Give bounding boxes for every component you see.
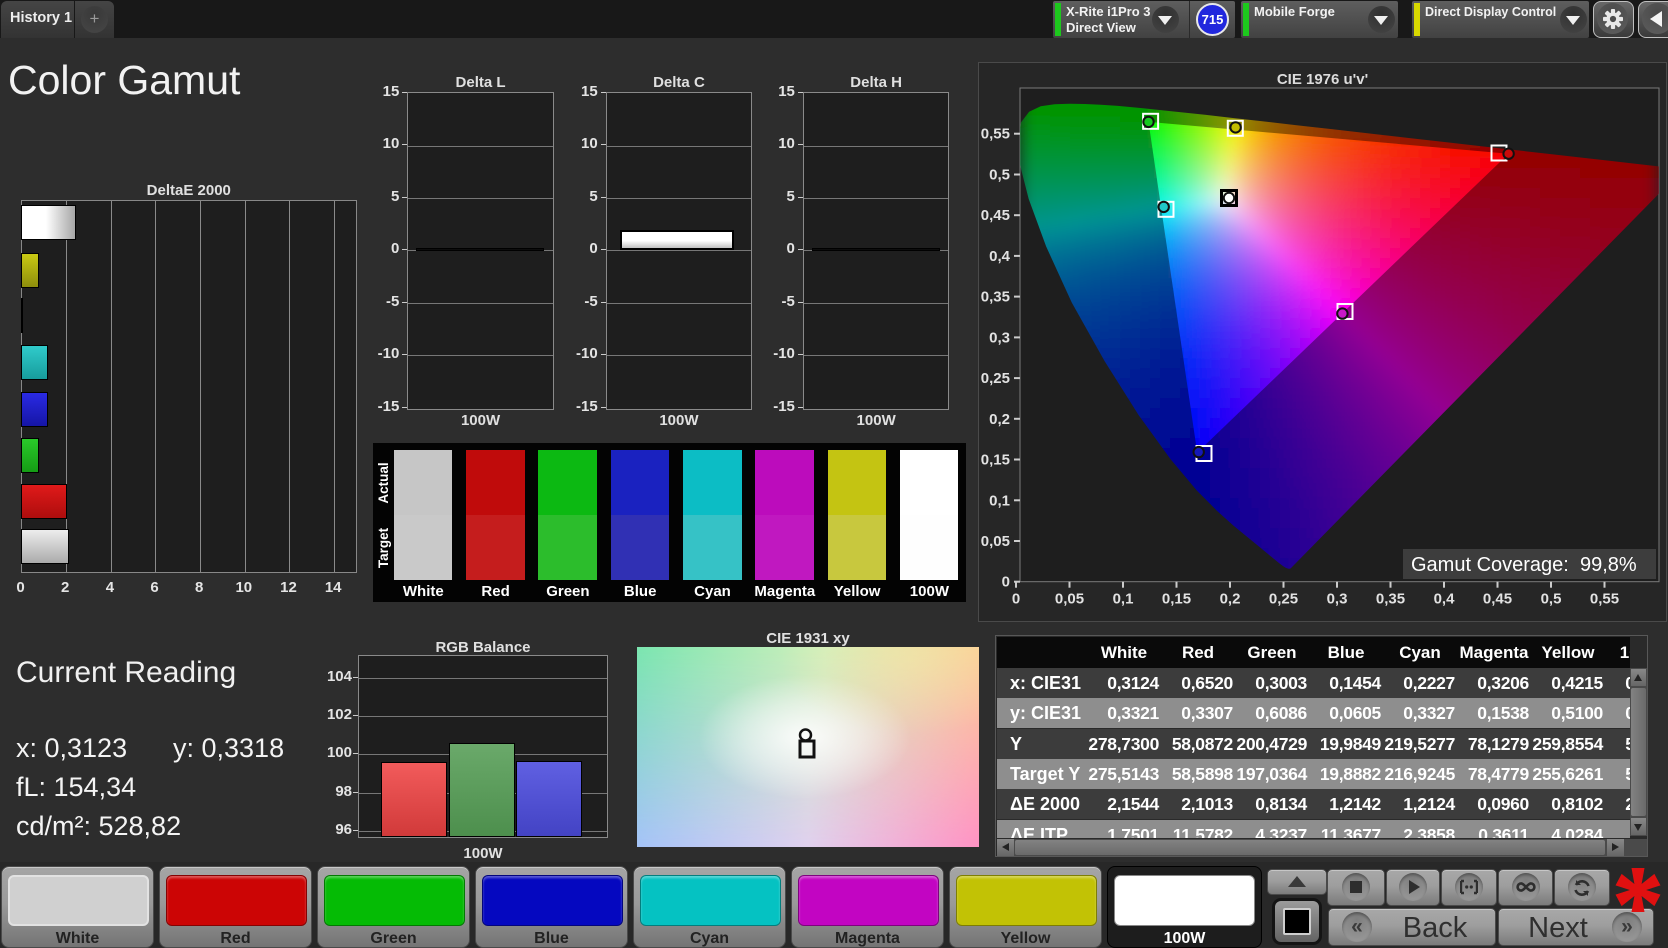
svg-text:0,2: 0,2: [1220, 591, 1241, 608]
svg-text:0,4: 0,4: [1434, 591, 1456, 608]
svg-text:0,35: 0,35: [981, 289, 1010, 306]
svg-text:0,45: 0,45: [981, 207, 1010, 224]
svg-text:0,4: 0,4: [989, 248, 1011, 265]
svg-text:0,55: 0,55: [981, 126, 1010, 143]
svg-text:0: 0: [1012, 591, 1020, 608]
svg-text:Gamut Coverage: 99,8%: Gamut Coverage: 99,8%: [1411, 554, 1637, 576]
svg-text:0: 0: [1002, 574, 1010, 591]
svg-text:0,2: 0,2: [989, 411, 1010, 428]
svg-text:0,5: 0,5: [1541, 591, 1562, 608]
svg-text:0,45: 0,45: [1483, 591, 1512, 608]
svg-text:0,55: 0,55: [1590, 591, 1619, 608]
svg-text:0,25: 0,25: [1269, 591, 1298, 608]
svg-text:0,3: 0,3: [1327, 591, 1348, 608]
svg-text:0,05: 0,05: [981, 533, 1010, 550]
svg-text:0,15: 0,15: [1162, 591, 1191, 608]
svg-text:0,15: 0,15: [981, 452, 1010, 469]
svg-text:0,25: 0,25: [981, 370, 1010, 387]
svg-text:0,1: 0,1: [989, 492, 1010, 509]
svg-text:0,35: 0,35: [1376, 591, 1405, 608]
svg-text:0,5: 0,5: [989, 167, 1010, 184]
svg-text:0,3: 0,3: [989, 329, 1010, 346]
svg-text:0,1: 0,1: [1113, 591, 1134, 608]
svg-text:0,05: 0,05: [1055, 591, 1084, 608]
